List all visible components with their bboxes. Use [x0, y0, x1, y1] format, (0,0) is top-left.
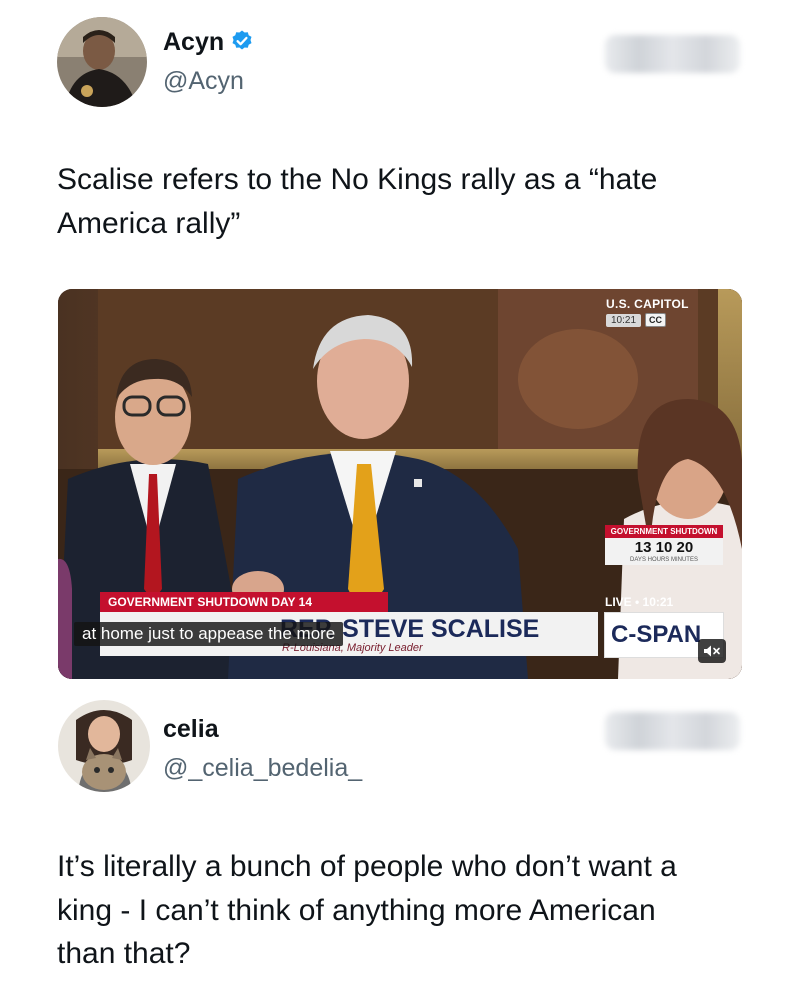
video-media[interactable]: U.S. CAPITOL 10:21 CC GOVERNMENT SHUTDOW… [58, 289, 742, 679]
blurred-timestamp [605, 712, 740, 750]
capitol-label: U.S. CAPITOL [606, 297, 689, 311]
closed-caption-icon: CC [645, 313, 667, 327]
verified-badge-icon [230, 29, 254, 60]
shutdown-day-banner: GOVERNMENT SHUTDOWN DAY 14 [100, 592, 388, 612]
timer-values: 13 10 20 [605, 538, 723, 557]
author-name[interactable]: Acyn [163, 28, 254, 60]
avatar-acyn[interactable] [57, 17, 147, 107]
mute-button[interactable] [698, 639, 726, 663]
closed-caption: at home just to appease the more [74, 622, 344, 646]
capitol-bug: U.S. CAPITOL 10:21 CC [606, 297, 721, 327]
capitol-time: 10:21 [606, 313, 642, 327]
author-handle[interactable]: @_celia_bedelia_ [163, 754, 362, 783]
tweet-text: Scalise refers to the No Kings rally as … [57, 163, 658, 240]
avatar-celia[interactable] [58, 700, 150, 792]
author-name-text: Acyn [163, 28, 225, 56]
timer-units: DAYS HOURS MINUTES [605, 557, 723, 565]
speaker-muted-icon [704, 645, 720, 657]
author-handle[interactable]: @Acyn [163, 67, 244, 96]
tweet-text: It’s literally a bunch of people who don… [57, 850, 677, 970]
author-name[interactable]: celia [163, 715, 219, 744]
cspan-text: C-SPAN [611, 621, 702, 648]
live-indicator: LIVE • 10:21 [605, 595, 674, 609]
blurred-timestamp [605, 35, 740, 73]
shutdown-label: GOVERNMENT SHUTDOWN [605, 525, 723, 538]
shutdown-timer: GOVERNMENT SHUTDOWN 13 10 20 DAYS HOURS … [605, 525, 723, 565]
